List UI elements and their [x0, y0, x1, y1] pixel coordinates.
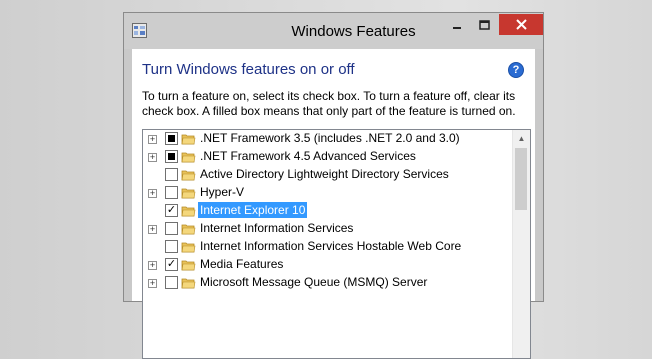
feature-checkbox[interactable]: [165, 150, 178, 163]
feature-label[interactable]: Internet Information Services: [198, 220, 355, 236]
feature-row[interactable]: + Microsoft Message Queue (MSMQ) Server: [143, 274, 530, 292]
expand-icon[interactable]: +: [148, 279, 157, 288]
feature-checkbox[interactable]: [165, 276, 178, 289]
expand-icon[interactable]: +: [148, 225, 157, 234]
close-icon: [515, 19, 527, 30]
features-tree[interactable]: + .NET Framework 3.5 (includes .NET 2.0 a…: [142, 129, 531, 359]
close-button[interactable]: [499, 14, 543, 35]
folder-icon: [181, 278, 196, 289]
feature-row[interactable]: Active Directory Lightweight Directory S…: [143, 166, 530, 184]
feature-row[interactable]: + Internet Information Services: [143, 220, 530, 238]
expand-icon[interactable]: +: [148, 189, 157, 198]
feature-checkbox[interactable]: ✓: [165, 204, 178, 217]
feature-row[interactable]: + .NET Framework 3.5 (includes .NET 2.0 a…: [143, 130, 530, 148]
minimize-button[interactable]: [443, 14, 470, 35]
feature-label[interactable]: .NET Framework 4.5 Advanced Services: [198, 148, 418, 164]
page-title: Turn Windows features on or off: [142, 61, 355, 78]
folder-icon: [181, 206, 196, 217]
maximize-icon: [479, 19, 490, 30]
folder-icon: [181, 224, 196, 235]
feature-row[interactable]: ✓ Internet Explorer 10: [143, 202, 530, 220]
feature-checkbox[interactable]: [165, 240, 178, 253]
feature-label[interactable]: Microsoft Message Queue (MSMQ) Server: [198, 274, 429, 290]
features-list: + .NET Framework 3.5 (includes .NET 2.0 a…: [143, 130, 530, 292]
expand-icon[interactable]: +: [148, 261, 157, 270]
feature-row[interactable]: Internet Information Services Hostable W…: [143, 238, 530, 256]
feature-row[interactable]: + Hyper-V: [143, 184, 530, 202]
help-icon[interactable]: ?: [508, 62, 524, 78]
feature-checkbox[interactable]: [165, 168, 178, 181]
feature-label[interactable]: Media Features: [198, 256, 285, 272]
title-bar[interactable]: Windows Features: [124, 13, 543, 49]
folder-icon: [181, 260, 196, 271]
feature-label[interactable]: Internet Information Services Hostable W…: [198, 238, 463, 254]
feature-label[interactable]: Hyper-V: [198, 184, 246, 200]
feature-label[interactable]: .NET Framework 3.5 (includes .NET 2.0 an…: [198, 130, 462, 146]
dialog-body: Turn Windows features on or off ? To tur…: [132, 49, 535, 359]
scrollbar-thumb[interactable]: [515, 148, 527, 210]
instructions-text: To turn a feature on, select its check b…: [142, 89, 516, 118]
windows-features-dialog: Windows Features Turn Windows features o…: [123, 12, 544, 359]
folder-icon: [181, 188, 196, 199]
folder-icon: [181, 170, 196, 181]
feature-checkbox[interactable]: ✓: [165, 258, 178, 271]
vertical-scrollbar[interactable]: ▲: [512, 130, 530, 358]
folder-icon: [181, 152, 196, 163]
expand-icon[interactable]: +: [148, 153, 157, 162]
folder-icon: [181, 134, 196, 145]
scroll-up-icon[interactable]: ▲: [513, 130, 530, 147]
feature-row[interactable]: + ✓ Media Features: [143, 256, 530, 274]
feature-checkbox[interactable]: [165, 132, 178, 145]
feature-checkbox[interactable]: [165, 186, 178, 199]
feature-row[interactable]: + .NET Framework 4.5 Advanced Services: [143, 148, 530, 166]
minimize-icon: [452, 26, 461, 29]
maximize-button[interactable]: [471, 14, 498, 35]
folder-icon: [181, 242, 196, 253]
feature-label[interactable]: Internet Explorer 10: [198, 202, 308, 218]
feature-label[interactable]: Active Directory Lightweight Directory S…: [198, 166, 451, 182]
feature-checkbox[interactable]: [165, 222, 178, 235]
expand-icon[interactable]: +: [148, 135, 157, 144]
